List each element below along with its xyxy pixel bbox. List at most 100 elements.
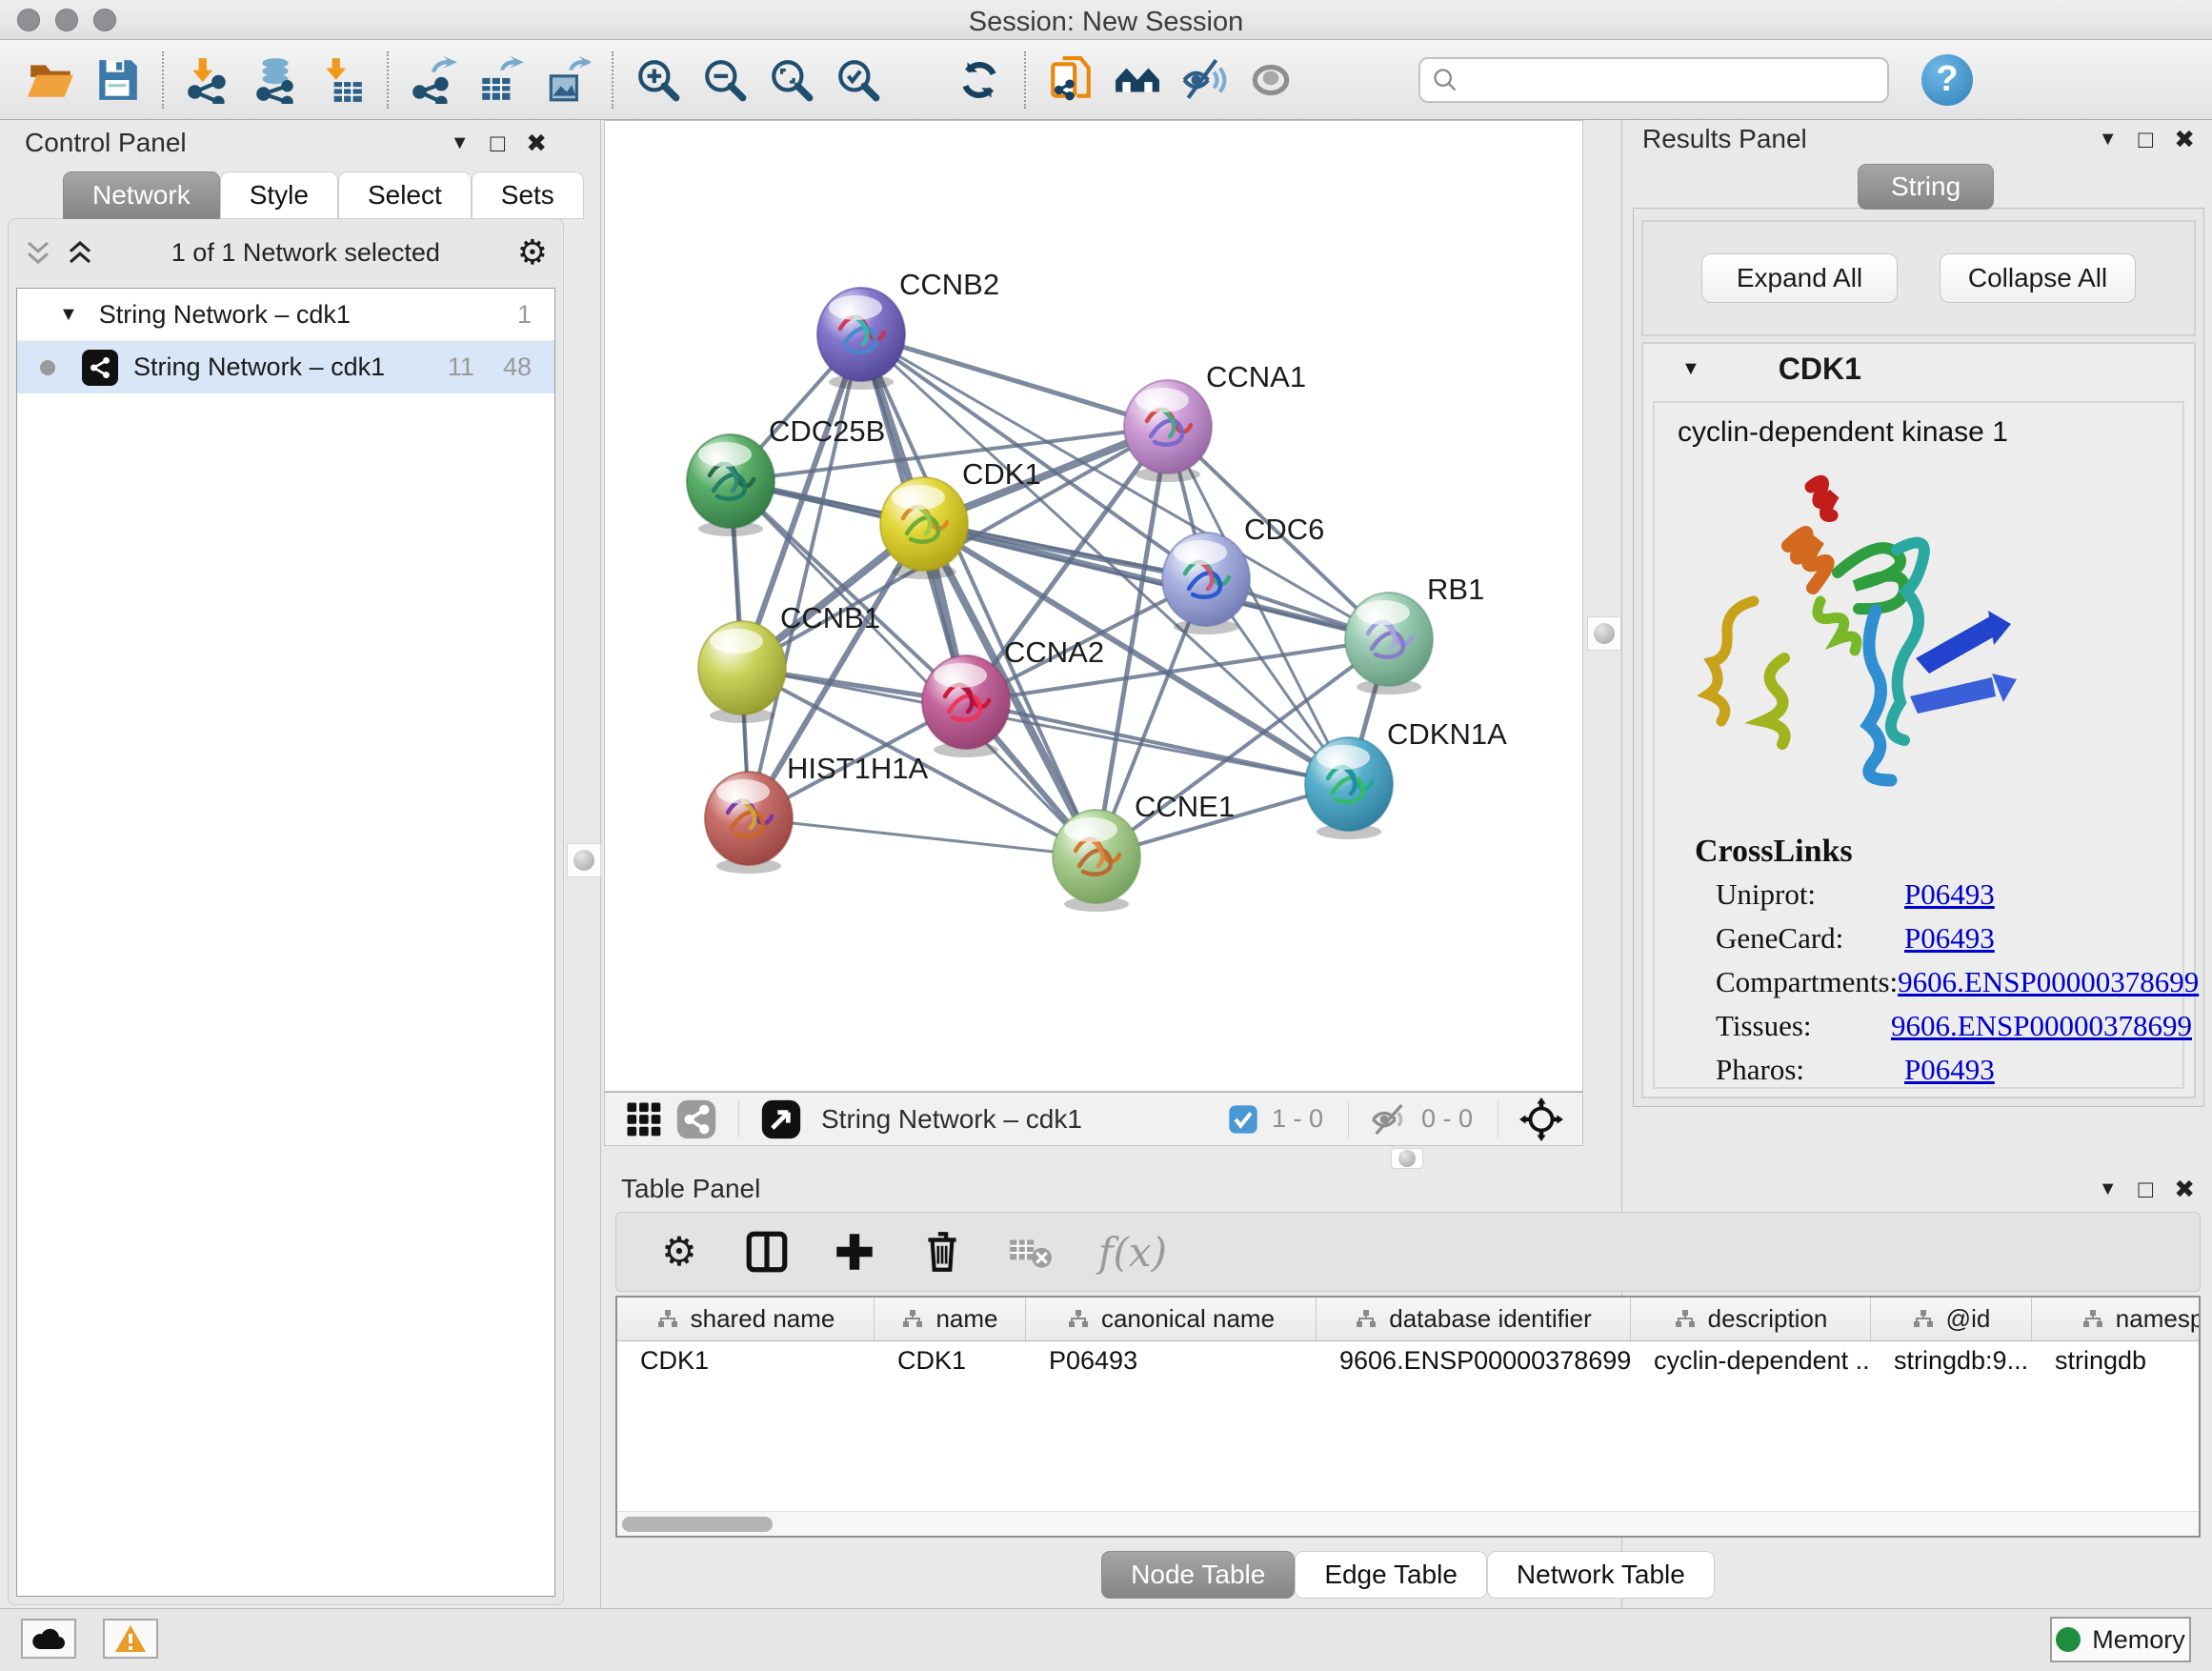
show-all-icon[interactable] — [1244, 53, 1297, 107]
crosslink-link[interactable]: P06493 — [1904, 877, 1995, 921]
table-cell[interactable]: CDK1 — [875, 1341, 1026, 1379]
table-options-gear-icon[interactable]: ⚙ — [653, 1225, 706, 1278]
column-header-shared-name[interactable]: shared name — [617, 1298, 875, 1340]
network-node-cdkn1a[interactable] — [1305, 737, 1393, 839]
tree-expand-icon[interactable]: ▼ — [59, 304, 78, 326]
zoom-out-icon[interactable] — [698, 53, 752, 107]
selected-checkbox-icon[interactable] — [1228, 1104, 1258, 1135]
network-node-cdc25b[interactable] — [687, 434, 774, 536]
hide-selected-icon[interactable] — [1177, 53, 1231, 107]
network-node-ccnb2[interactable] — [817, 288, 905, 390]
column-header-description[interactable]: description — [1631, 1298, 1871, 1340]
delete-column-icon[interactable] — [915, 1225, 969, 1278]
network-node-cdk1[interactable] — [880, 477, 968, 579]
crosslink-link[interactable]: 9606.ENSP00000378699 — [1891, 1009, 2192, 1053]
clone-network-icon[interactable] — [1044, 53, 1097, 107]
help-button[interactable]: ? — [1921, 54, 1973, 106]
network-row-selected[interactable]: String Network – cdk1 11 48 — [17, 341, 554, 393]
crosslink-link[interactable]: 9606.ENSP00000378699 — [1898, 965, 2199, 1009]
table-cell[interactable]: stringdb:9... — [1871, 1341, 2032, 1379]
network-collection-row[interactable]: ▼ String Network – cdk1 1 — [17, 289, 554, 341]
open-session-icon[interactable] — [24, 53, 77, 107]
node-label: CCNB1 — [780, 601, 880, 634]
table-cell[interactable]: stringdb — [2032, 1341, 2201, 1379]
collapse-panel-icon[interactable]: ▼ — [2099, 1179, 2118, 1198]
float-panel-icon[interactable]: □ — [2138, 1177, 2153, 1201]
tab-select[interactable]: Select — [338, 171, 472, 219]
expand-all-networks-icon[interactable] — [24, 238, 52, 267]
import-network-database-icon[interactable] — [249, 53, 302, 107]
tab-style[interactable]: Style — [220, 171, 338, 219]
scrollbar-thumb[interactable] — [622, 1517, 773, 1532]
collapse-panel-icon[interactable]: ▼ — [2099, 130, 2118, 149]
horizontal-split-handle[interactable] — [1391, 1148, 1423, 1169]
network-canvas[interactable]: CCNB2CCNA1CDC25BCDK1CDC6RB1CCNB1CCNA2CDK… — [604, 120, 1583, 1092]
column-header-canonical-name[interactable]: canonical name — [1026, 1298, 1317, 1340]
string-results-scroll[interactable]: ▼ CDK1 cyclin-dependent kinase 1 — [1641, 342, 2196, 1098]
collapse-panel-icon[interactable]: ▼ — [451, 133, 470, 152]
horizontal-split-divider[interactable] — [604, 1146, 2212, 1170]
network-node-ccne1[interactable] — [1053, 810, 1140, 912]
pan-crosshair-icon[interactable] — [1519, 1097, 1563, 1141]
refresh-icon[interactable] — [953, 53, 1006, 107]
zoom-fit-icon[interactable] — [765, 53, 818, 107]
import-table-file-icon[interactable] — [315, 53, 369, 107]
right-split-handle[interactable] — [1587, 616, 1621, 651]
network-node-rb1[interactable] — [1345, 593, 1433, 695]
first-neighbors-icon[interactable] — [1111, 53, 1164, 107]
network-edge[interactable] — [749, 818, 1096, 856]
export-table-icon[interactable] — [473, 53, 527, 107]
network-type-icon[interactable] — [675, 1098, 717, 1140]
tab-string[interactable]: String — [1858, 164, 1994, 210]
close-panel-icon[interactable]: ✖ — [526, 131, 547, 155]
network-edge[interactable] — [861, 334, 1168, 427]
show-columns-icon[interactable] — [740, 1225, 794, 1278]
network-node-hist1h1a[interactable] — [705, 772, 793, 874]
float-panel-icon[interactable]: □ — [2138, 127, 2153, 151]
warning-status-button[interactable] — [103, 1619, 158, 1659]
expand-all-button[interactable]: Expand All — [1701, 253, 1898, 303]
left-split-handle[interactable] — [567, 843, 601, 877]
network-options-gear-icon[interactable]: ⚙ — [517, 235, 548, 270]
tab-node-table[interactable]: Node Table — [1101, 1551, 1295, 1599]
edge-count: 48 — [503, 352, 532, 382]
export-image-icon[interactable] — [540, 53, 593, 107]
network-node-cdc6[interactable] — [1162, 533, 1250, 634]
table-cell[interactable]: 9606.ENSP00000378699 — [1317, 1341, 1631, 1379]
zoom-in-icon[interactable] — [632, 53, 685, 107]
tab-sets[interactable]: Sets — [472, 171, 584, 219]
column-header-namespace[interactable]: namespace — [2032, 1298, 2201, 1340]
close-panel-icon[interactable]: ✖ — [2174, 1177, 2195, 1201]
crosslink-link[interactable]: P06493 — [1904, 921, 1995, 965]
gene-expand-icon[interactable]: ▼ — [1681, 358, 1700, 380]
table-horizontal-scrollbar[interactable] — [617, 1511, 2199, 1536]
import-network-file-icon[interactable] — [182, 53, 235, 107]
float-panel-icon[interactable]: □ — [490, 131, 505, 155]
table-cell[interactable]: P06493 — [1026, 1341, 1317, 1379]
tab-edge-table[interactable]: Edge Table — [1295, 1551, 1487, 1599]
zoom-selected-icon[interactable] — [832, 53, 885, 107]
export-network-icon[interactable] — [407, 53, 460, 107]
memory-button[interactable]: Memory — [2050, 1617, 2191, 1662]
network-edge[interactable] — [749, 334, 861, 818]
collapse-all-button[interactable]: Collapse All — [1940, 253, 2136, 303]
add-column-icon[interactable] — [828, 1225, 881, 1278]
tab-network[interactable]: Network — [63, 171, 220, 219]
cloud-status-button[interactable] — [21, 1619, 76, 1659]
collapse-all-networks-icon[interactable] — [66, 238, 94, 267]
column-header-name[interactable]: name — [875, 1298, 1026, 1340]
close-panel-icon[interactable]: ✖ — [2174, 127, 2195, 151]
column-header-@id[interactable]: @id — [1871, 1298, 2032, 1340]
node-table[interactable]: shared namenamecanonical namedatabase id… — [615, 1296, 2201, 1538]
hidden-nodes-edges-count: 0 - 0 — [1421, 1104, 1473, 1134]
table-cell[interactable]: cyclin-dependent ... — [1631, 1341, 1871, 1379]
tab-network-table[interactable]: Network Table — [1487, 1551, 1715, 1599]
table-cell[interactable]: CDK1 — [617, 1341, 875, 1379]
birds-eye-view-icon[interactable] — [624, 1099, 664, 1139]
search-input[interactable] — [1418, 57, 1889, 103]
toolbar-separator — [612, 51, 613, 109]
crosslink-link[interactable]: P06493 — [1904, 1053, 1995, 1097]
save-session-icon[interactable] — [90, 53, 144, 107]
detach-view-icon[interactable] — [760, 1098, 802, 1140]
column-header-database-identifier[interactable]: database identifier — [1317, 1298, 1631, 1340]
